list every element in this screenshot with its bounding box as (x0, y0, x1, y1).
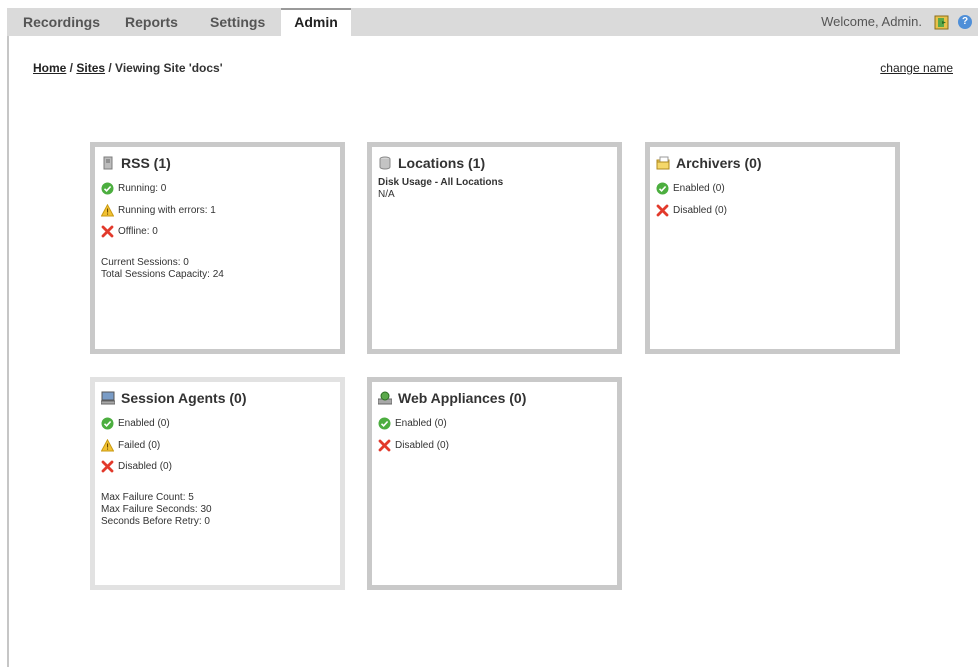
archivers-panel[interactable]: Archivers (0) Enabled (0) Disabled (0) (645, 142, 900, 354)
change-name-link[interactable]: change name (880, 61, 953, 75)
web-appliances-panel[interactable]: Web Appliances (0) Enabled (0) Disabled … (367, 377, 622, 590)
rss-offline: Offline: 0 (101, 225, 158, 238)
max-failure-seconds: Max Failure Seconds: 30 (101, 504, 212, 515)
rss-current-sessions: Current Sessions: 0 (101, 257, 189, 268)
archivers-disabled-text: Disabled (0) (673, 205, 727, 216)
rss-running: Running: 0 (101, 182, 166, 195)
x-icon (378, 439, 391, 452)
session-agents-disabled-text: Disabled (0) (118, 461, 172, 472)
warning-icon (101, 439, 114, 452)
session-agents-failed-text: Failed (0) (118, 440, 161, 451)
help-icon[interactable]: ? (958, 15, 972, 29)
locations-title: Locations (1) (378, 155, 485, 171)
computer-icon (101, 391, 115, 405)
server-icon (103, 156, 113, 170)
disk-icon (379, 156, 391, 170)
disk-usage-value: N/A (378, 189, 395, 200)
breadcrumb-current: / Viewing Site 'docs' (105, 61, 223, 75)
rss-running-text: Running: 0 (118, 183, 167, 194)
breadcrumb: Home / Sites / Viewing Site 'docs' (33, 61, 223, 75)
logout-icon[interactable] (934, 15, 949, 30)
rss-panel[interactable]: RSS (1) Running: 0 Running with errors: … (90, 142, 345, 354)
web-appliances-enabled: Enabled (0) (378, 417, 447, 430)
breadcrumb-separator: / (66, 61, 77, 75)
archivers-title: Archivers (0) (656, 155, 762, 171)
max-failure-count: Max Failure Count: 5 (101, 492, 194, 503)
locations-title-text: Locations (1) (398, 155, 486, 171)
locations-panel[interactable]: Locations (1) Disk Usage - All Locations… (367, 142, 622, 354)
archivers-title-text: Archivers (0) (676, 155, 762, 171)
disk-usage-label: Disk Usage - All Locations (378, 177, 504, 188)
web-appliance-icon (378, 391, 392, 405)
archive-folder-icon (656, 156, 670, 170)
archivers-enabled: Enabled (0) (656, 182, 725, 195)
web-appliances-disabled-text: Disabled (0) (395, 440, 449, 451)
breadcrumb-sites-link[interactable]: Sites (76, 61, 105, 75)
x-icon (656, 204, 669, 217)
check-circle-icon (378, 417, 391, 430)
rss-title-text: RSS (1) (121, 155, 171, 171)
x-icon (101, 460, 114, 473)
session-agents-enabled: Enabled (0) (101, 417, 170, 430)
session-agents-panel[interactable]: Session Agents (0) Enabled (0) Failed (0… (90, 377, 345, 590)
archivers-enabled-text: Enabled (0) (673, 183, 725, 194)
check-circle-icon (656, 182, 669, 195)
tab-recordings[interactable]: Recordings (23, 8, 100, 36)
check-circle-icon (101, 417, 114, 430)
session-agents-enabled-text: Enabled (0) (118, 418, 170, 429)
breadcrumb-home-link[interactable]: Home (33, 61, 66, 75)
session-agents-title: Session Agents (0) (101, 390, 247, 406)
x-icon (101, 225, 114, 238)
archivers-disabled: Disabled (0) (656, 204, 727, 217)
tab-reports[interactable]: Reports (125, 8, 178, 36)
rss-total-capacity: Total Sessions Capacity: 24 (101, 269, 224, 280)
welcome-text: Welcome, Admin. (821, 14, 922, 29)
session-agents-title-text: Session Agents (0) (121, 390, 247, 406)
rss-offline-text: Offline: 0 (118, 226, 158, 237)
session-agents-disabled: Disabled (0) (101, 460, 172, 473)
web-appliances-disabled: Disabled (0) (378, 439, 449, 452)
rss-title: RSS (1) (101, 155, 171, 171)
session-agents-failed: Failed (0) (101, 439, 160, 452)
check-circle-icon (101, 182, 114, 195)
tab-settings[interactable]: Settings (210, 8, 265, 36)
tab-admin[interactable]: Admin (281, 8, 351, 38)
web-appliances-enabled-text: Enabled (0) (395, 418, 447, 429)
rss-running-errors: Running with errors: 1 (101, 204, 216, 217)
warning-icon (101, 204, 114, 217)
rss-running-errors-text: Running with errors: 1 (118, 205, 216, 216)
web-appliances-title: Web Appliances (0) (378, 390, 526, 406)
top-nav-bar: Recordings Reports Settings Admin Welcom… (7, 8, 978, 38)
seconds-before-retry: Seconds Before Retry: 0 (101, 516, 210, 527)
web-appliances-title-text: Web Appliances (0) (398, 390, 527, 406)
